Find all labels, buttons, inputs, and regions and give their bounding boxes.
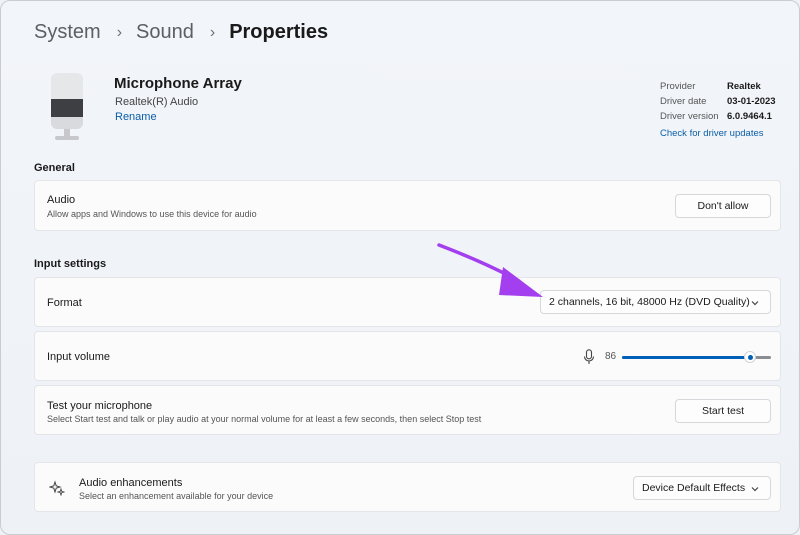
breadcrumb-sound[interactable]: Sound: [136, 21, 194, 44]
sparkle-icon: [49, 480, 65, 496]
format-dropdown[interactable]: 2 channels, 16 bit, 48000 Hz (DVD Qualit…: [540, 290, 771, 314]
audio-title: Audio: [47, 194, 76, 206]
chevron-right-icon: ›: [116, 23, 123, 41]
test-microphone-desc: Select Start test and talk or play audio…: [47, 414, 482, 424]
breadcrumb-system[interactable]: System: [34, 21, 101, 44]
microphone-device-icon: [51, 73, 83, 140]
driver-date-value: 03-01-2023: [727, 96, 776, 107]
enhancements-selected-value: Device Default Effects: [642, 482, 746, 494]
format-selected-value: 2 channels, 16 bit, 48000 Hz (DVD Qualit…: [549, 296, 750, 308]
input-volume-card: Input volume 86: [34, 331, 781, 381]
rename-link[interactable]: Rename: [115, 111, 157, 123]
device-name: Microphone Array: [114, 75, 242, 92]
chevron-right-icon: ›: [209, 23, 216, 41]
general-header: General: [34, 162, 75, 174]
audio-enhancements-title: Audio enhancements: [79, 477, 183, 489]
microphone-icon: [583, 349, 595, 364]
audio-enhancements-dropdown[interactable]: Device Default Effects: [633, 476, 771, 500]
driver-version-value: 6.0.9464.1: [727, 111, 772, 122]
provider-label: Provider: [660, 81, 696, 92]
input-volume-value: 86: [605, 351, 617, 362]
input-volume-slider-fill: [622, 356, 751, 359]
format-title: Format: [47, 297, 82, 309]
check-driver-updates-link[interactable]: Check for driver updates: [660, 126, 776, 141]
chevron-down-icon: [751, 301, 759, 306]
test-microphone-card: Test your microphone Select Start test a…: [34, 385, 781, 435]
device-manufacturer: Realtek(R) Audio: [115, 96, 199, 108]
dont-allow-button[interactable]: Don't allow: [675, 194, 771, 218]
input-volume-title: Input volume: [47, 351, 110, 363]
provider-value: Realtek: [727, 81, 761, 92]
driver-date-label: Driver date: [660, 96, 707, 107]
input-settings-header: Input settings: [34, 258, 107, 270]
settings-window: System › Sound › Properties Microphone A…: [0, 0, 800, 535]
driver-info: Provider Realtek Driver date 03-01-2023 Dr…: [660, 79, 776, 141]
breadcrumb: System › Sound › Properties: [34, 21, 328, 44]
test-microphone-title: Test your microphone: [47, 400, 153, 412]
audio-enhancements-desc: Select an enhancement available for your…: [79, 491, 274, 501]
start-test-button[interactable]: Start test: [675, 399, 771, 423]
page-title: Properties: [229, 21, 329, 43]
audio-card: Audio Allow apps and Windows to use this…: [34, 180, 781, 231]
audio-desc: Allow apps and Windows to use this devic…: [47, 209, 257, 219]
chevron-down-icon: [751, 487, 759, 492]
driver-version-label: Driver version: [660, 111, 719, 122]
input-volume-slider-thumb[interactable]: [744, 351, 757, 363]
audio-enhancements-card: Audio enhancements Select an enhancement…: [34, 462, 781, 512]
format-card: Format 2 channels, 16 bit, 48000 Hz (DVD…: [34, 277, 781, 327]
